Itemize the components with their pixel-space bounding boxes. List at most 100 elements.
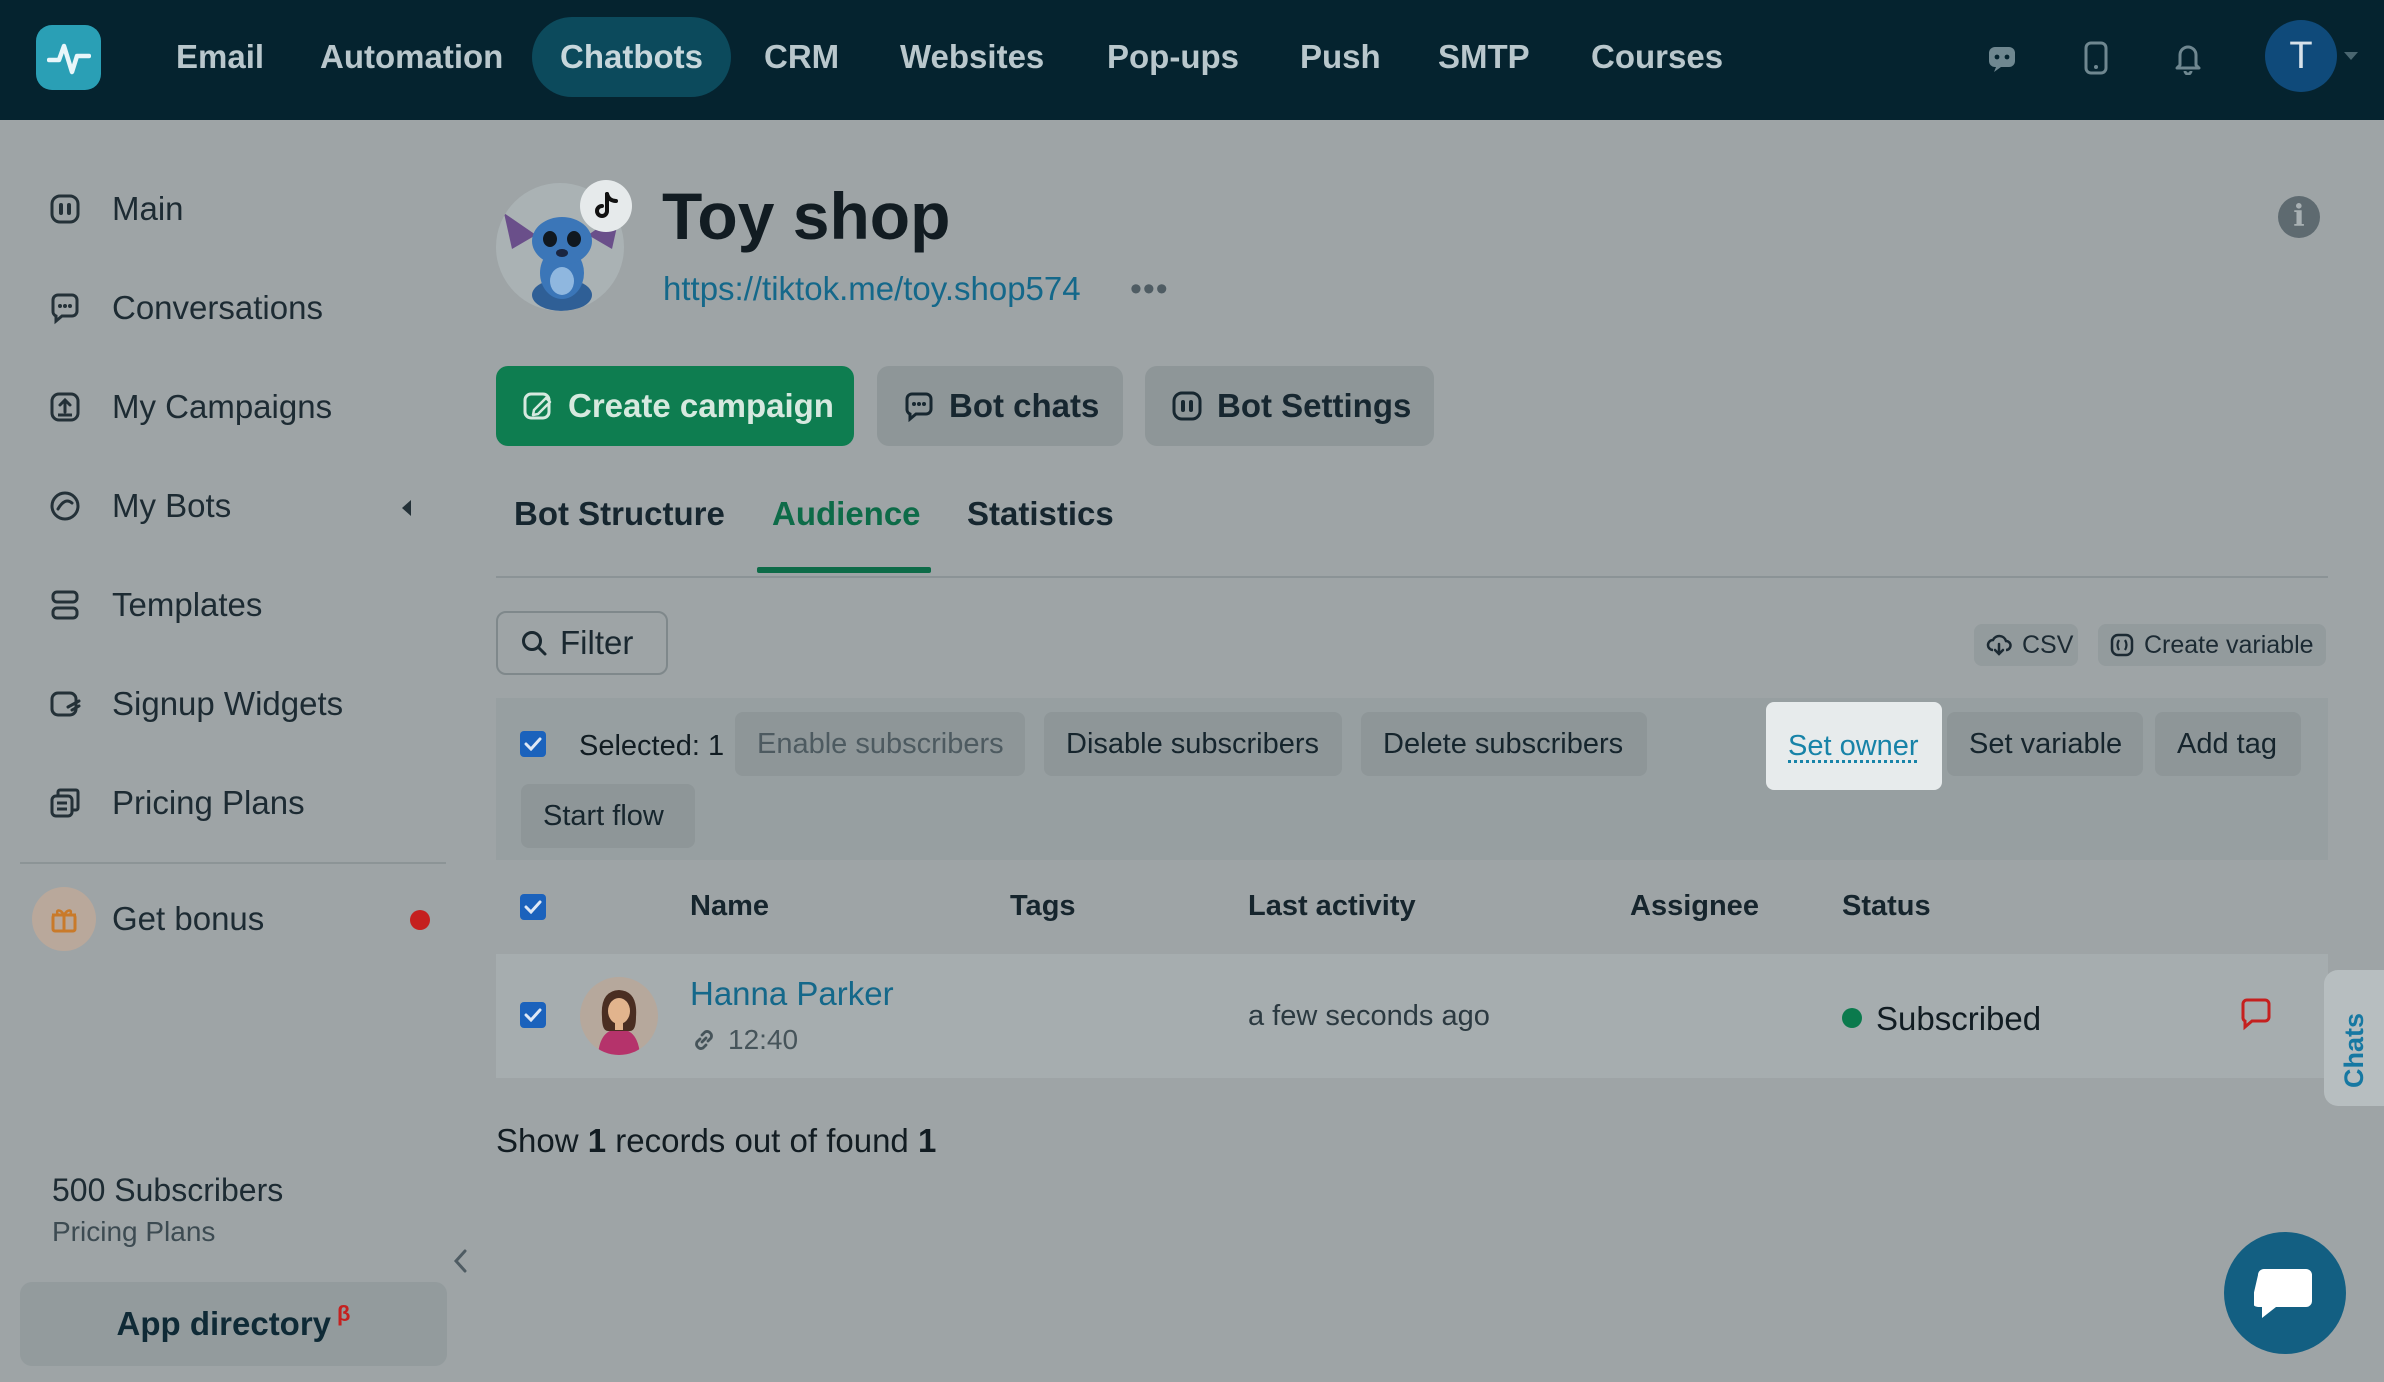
set-variable-button[interactable]: Set variable: [1947, 712, 2143, 776]
delete-subscribers-button[interactable]: Delete subscribers: [1361, 712, 1647, 776]
nav-websites[interactable]: Websites: [872, 17, 1072, 97]
sidebar-divider: [20, 862, 446, 864]
select-all-checkbox[interactable]: [520, 894, 546, 920]
filter-label: Filter: [560, 624, 634, 661]
sidebar-item-label: Get bonus: [112, 900, 265, 937]
sidebar-item-signup-widgets[interactable]: Signup Widgets: [40, 674, 343, 734]
tiktok-icon: [580, 180, 632, 232]
records-middle: records out of found: [615, 1122, 909, 1159]
notification-bell-icon[interactable]: [2168, 38, 2208, 78]
records-prefix: Show: [496, 1122, 579, 1159]
support-chat-button[interactable]: [2224, 1232, 2346, 1354]
user-avatar[interactable]: T: [2265, 20, 2337, 92]
chevron-down-icon[interactable]: [2344, 52, 2358, 60]
page-title: Toy shop: [662, 179, 951, 253]
nav-email[interactable]: Email: [148, 17, 292, 97]
sidebar-item-pricing-plans[interactable]: Pricing Plans: [40, 773, 305, 833]
app-directory-label: App directory: [116, 1305, 332, 1342]
sidebar-item-main[interactable]: Main: [40, 179, 184, 239]
subscriber-name-link[interactable]: Hanna Parker: [690, 975, 894, 1013]
chat-bubble-icon: [40, 283, 90, 333]
nav-automation[interactable]: Automation: [292, 17, 531, 97]
tab-bot-structure[interactable]: Bot Structure: [514, 495, 725, 533]
sidebar-item-label: My Campaigns: [112, 388, 333, 425]
bot-settings-button[interactable]: Bot Settings: [1145, 366, 1434, 446]
add-tag-button[interactable]: Add tag: [2155, 712, 2301, 776]
chevron-left-icon[interactable]: [402, 500, 411, 516]
selected-count: Selected: 1: [579, 730, 725, 762]
nav-push[interactable]: Push: [1272, 17, 1409, 97]
last-activity-value: a few seconds ago: [1248, 1000, 1490, 1032]
cloud-download-icon: [1986, 633, 2012, 657]
bot-chats-button[interactable]: Bot chats: [877, 366, 1123, 446]
column-header-status[interactable]: Status: [1842, 890, 1931, 923]
bot-link[interactable]: https://tiktok.me/toy.shop574: [663, 270, 1081, 308]
widget-icon: [40, 679, 90, 729]
info-icon[interactable]: i: [2278, 196, 2320, 238]
select-all-bulk-checkbox[interactable]: [520, 731, 546, 757]
pricing-icon: [40, 778, 90, 828]
sidebar-item-conversations[interactable]: Conversations: [40, 278, 323, 338]
create-variable-label: Create variable: [2144, 630, 2314, 659]
link-icon: [690, 1026, 718, 1054]
nav-chatbots[interactable]: Chatbots: [532, 17, 731, 97]
sidebar-item-label: Main: [112, 190, 184, 227]
chats-side-tab[interactable]: Chats: [2324, 970, 2384, 1106]
records-count: Show 1 records out of found 1: [496, 1122, 936, 1160]
disable-subscribers-button[interactable]: Disable subscribers: [1044, 712, 1342, 776]
create-campaign-button[interactable]: Create campaign: [496, 366, 854, 446]
mobile-icon[interactable]: [2076, 38, 2116, 78]
chat-bubble-icon: [903, 388, 935, 424]
app-directory-button[interactable]: App directory β: [20, 1282, 447, 1366]
gift-icon: [32, 887, 96, 951]
tab-statistics[interactable]: Statistics: [967, 495, 1114, 533]
column-header-tags[interactable]: Tags: [1010, 890, 1076, 923]
sidebar-item-templates[interactable]: Templates: [40, 575, 262, 635]
row-checkbox[interactable]: [520, 1002, 546, 1028]
column-header-assignee[interactable]: Assignee: [1630, 890, 1759, 923]
create-variable-button[interactable]: Create variable: [2098, 624, 2326, 666]
open-chat-icon[interactable]: [2238, 996, 2274, 1032]
bot-chats-label: Bot chats: [949, 387, 1100, 424]
sidebar-item-label: Conversations: [112, 289, 323, 326]
active-tab-indicator: [757, 567, 931, 573]
sidebar-item-label: My Bots: [112, 487, 232, 524]
variable-icon: [2110, 633, 2134, 657]
sidebar-item-my-campaigns[interactable]: My Campaigns: [40, 377, 332, 437]
records-shown: 1: [587, 1122, 607, 1159]
nav-popups[interactable]: Pop-ups: [1079, 17, 1267, 97]
chats-side-tab-label: Chats: [2339, 1012, 2369, 1088]
filter-button[interactable]: Filter: [496, 611, 668, 675]
set-owner-button[interactable]: Set owner: [1766, 702, 1942, 790]
nav-crm[interactable]: CRM: [736, 17, 867, 97]
templates-icon: [40, 580, 90, 630]
bot-chat-icon[interactable]: [1982, 38, 2022, 78]
subscriber-time-value: 12:40: [728, 1024, 799, 1055]
sidebar-item-label: Pricing Plans: [112, 784, 305, 821]
collapse-sidebar-icon[interactable]: [450, 1248, 472, 1274]
csv-export-button[interactable]: CSV: [1974, 624, 2078, 666]
bot-icon: [1171, 388, 1203, 424]
pricing-plans-link[interactable]: Pricing Plans: [52, 1216, 215, 1248]
search-icon: [520, 629, 548, 657]
beta-badge: β: [337, 1301, 351, 1326]
records-found: 1: [917, 1122, 937, 1159]
sidebar-item-label: Templates: [112, 586, 263, 623]
start-flow-button[interactable]: Start flow: [521, 784, 695, 848]
campaign-upload-icon: [40, 382, 90, 432]
sidebar-item-get-bonus[interactable]: Get bonus: [32, 887, 265, 951]
bot-settings-label: Bot Settings: [1217, 387, 1412, 424]
column-header-name[interactable]: Name: [690, 890, 769, 923]
nav-courses[interactable]: Courses: [1563, 17, 1751, 97]
nav-smtp[interactable]: SMTP: [1410, 17, 1558, 97]
app-logo-icon[interactable]: [36, 25, 101, 90]
status-indicator: [1842, 1008, 1862, 1028]
bot-icon: [40, 184, 90, 234]
more-options-icon[interactable]: •••: [1130, 270, 1169, 309]
create-campaign-label: Create campaign: [568, 387, 834, 424]
bots-icon: [40, 481, 90, 531]
tab-audience[interactable]: Audience: [772, 495, 921, 533]
column-header-last-activity[interactable]: Last activity: [1248, 890, 1416, 923]
sidebar-item-my-bots[interactable]: My Bots: [40, 476, 231, 536]
enable-subscribers-button[interactable]: Enable subscribers: [735, 712, 1025, 776]
